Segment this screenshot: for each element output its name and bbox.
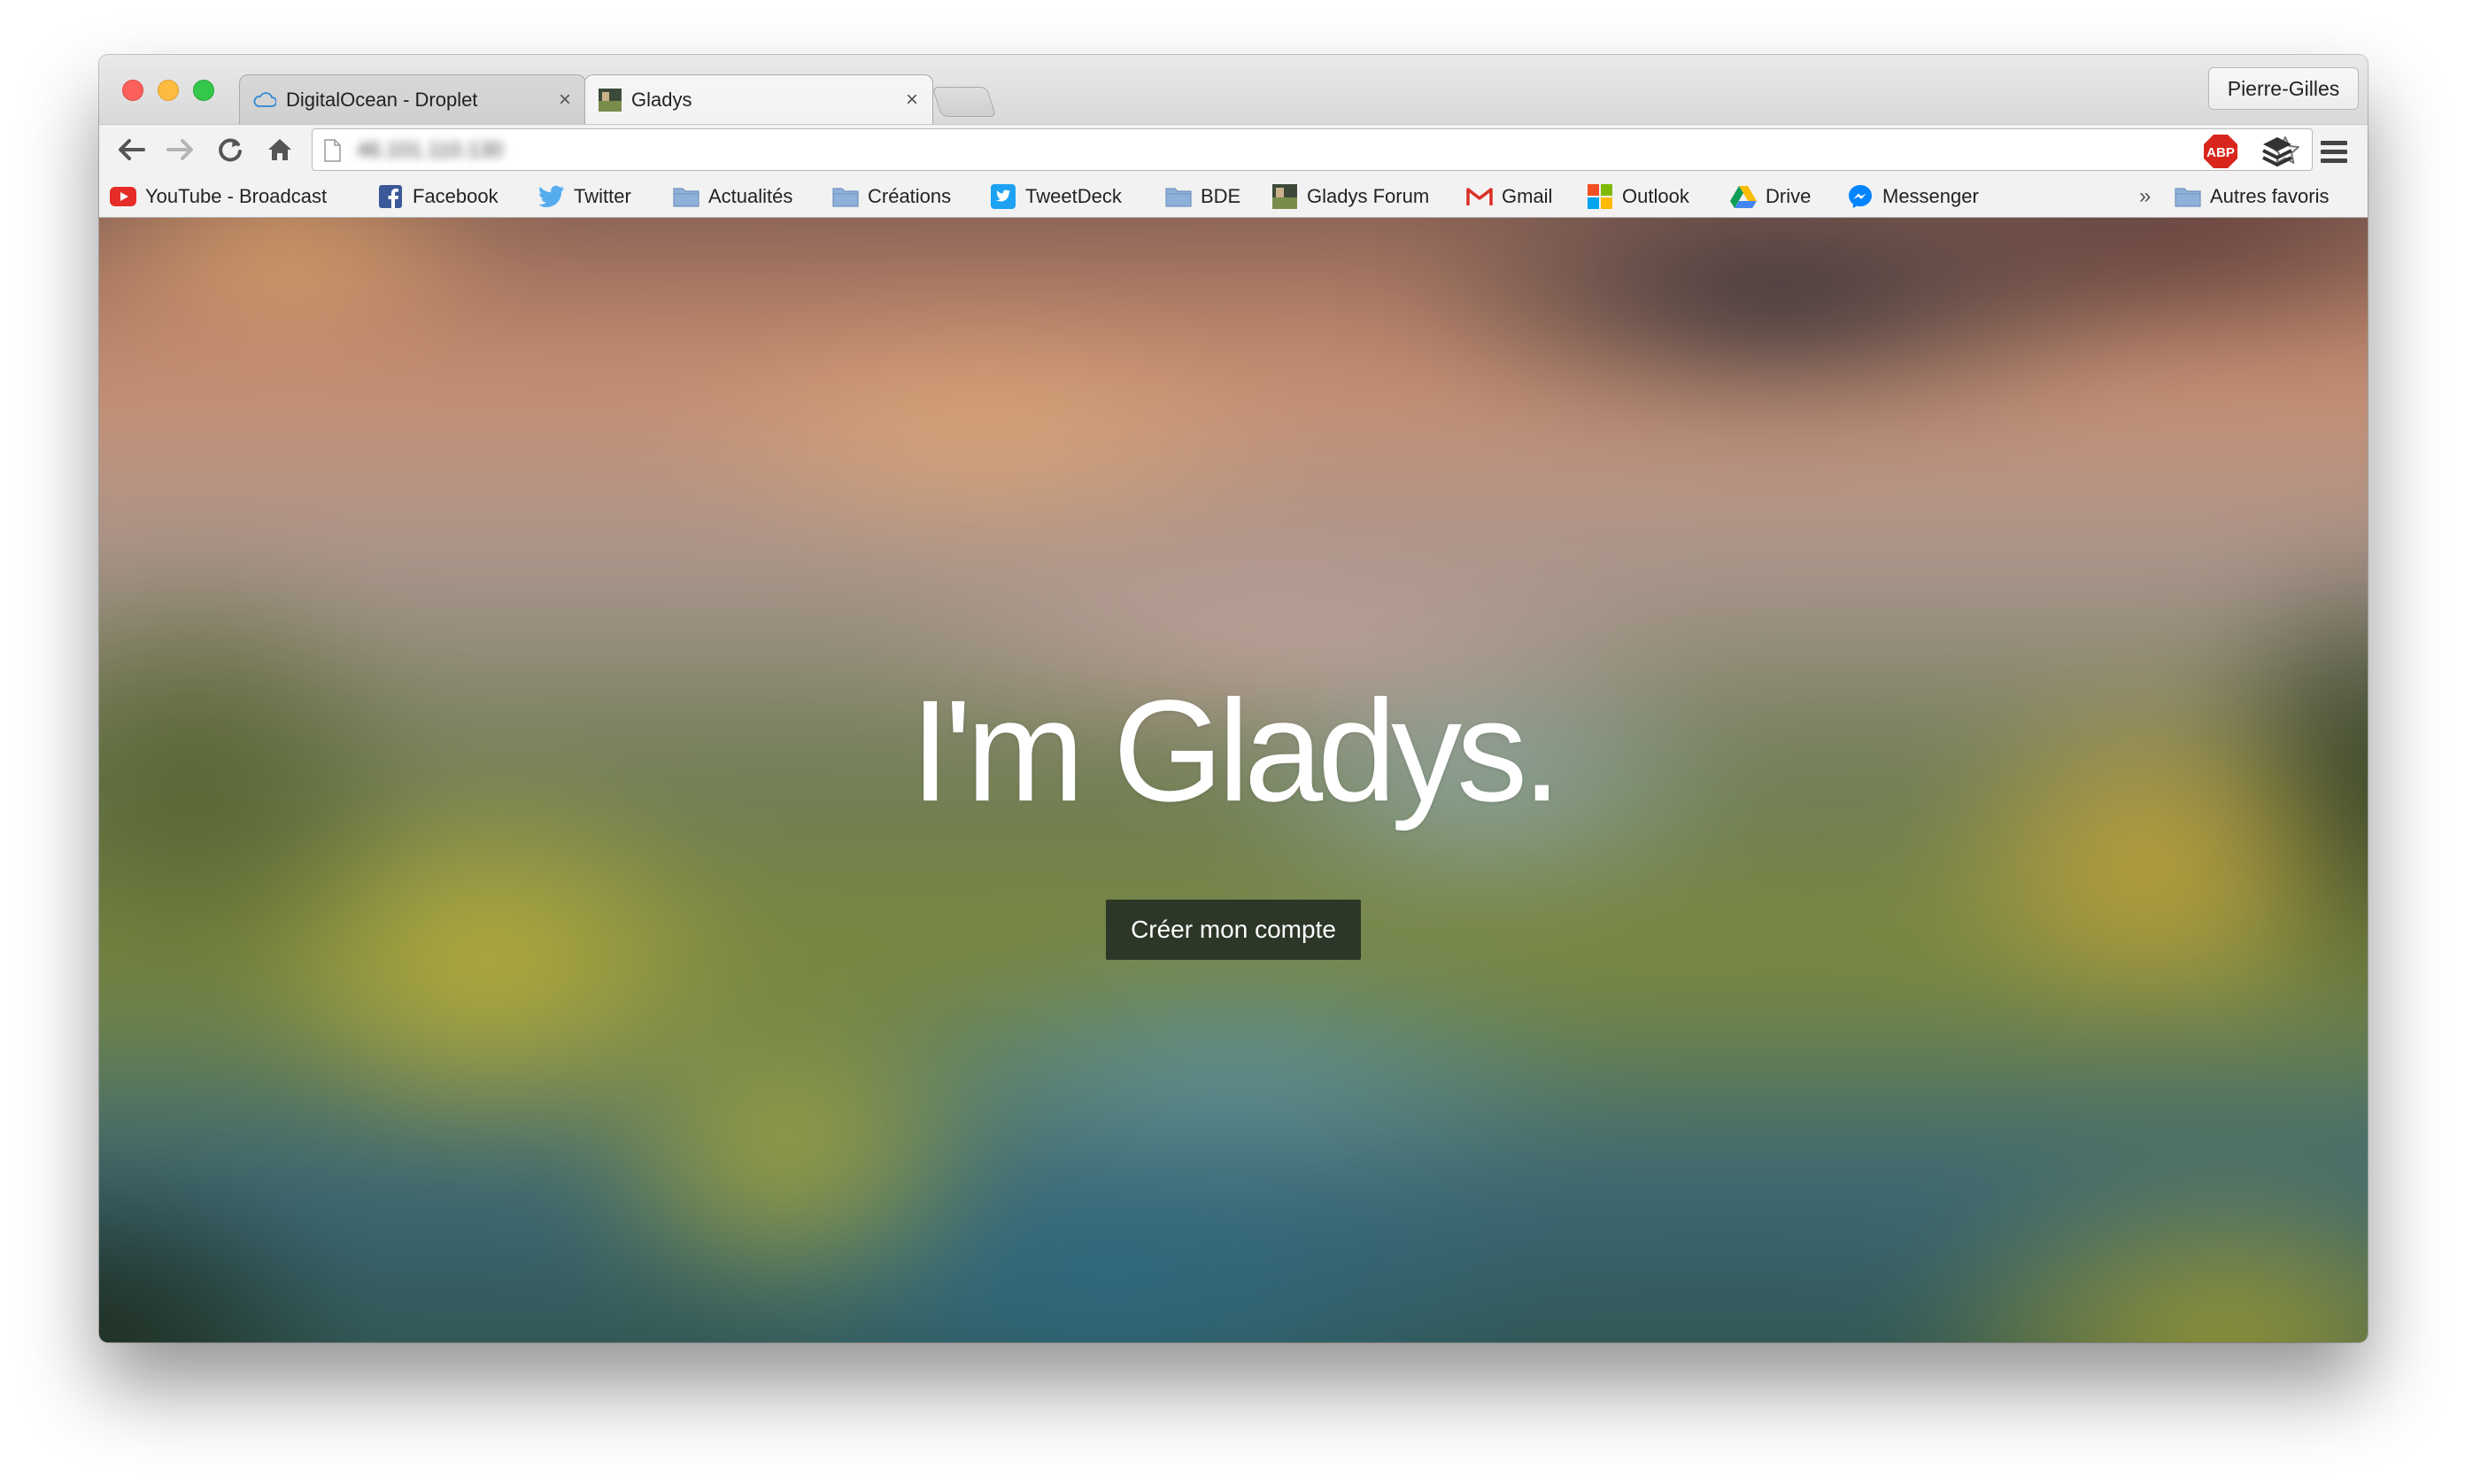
address-bar[interactable]: 46.101.110.130 xyxy=(312,128,2313,171)
bookmark-label: TweetDeck xyxy=(1025,185,1122,207)
twitter-bird-icon xyxy=(538,183,565,210)
bookmark-label: YouTube - Broadcast xyxy=(145,185,328,207)
url-text: 46.101.110.130 xyxy=(357,138,504,162)
bookmark-outlook[interactable]: Outlook xyxy=(1587,182,1689,211)
bookmark-label: Gladys Forum xyxy=(1307,185,1430,207)
bookmark-drive[interactable]: Drive xyxy=(1730,182,1811,211)
bookmark-label: BDE xyxy=(1201,185,1241,207)
zoom-window-button[interactable] xyxy=(193,80,214,101)
forward-button[interactable] xyxy=(163,132,198,167)
bookmark-other-folder[interactable]: Autres favoris xyxy=(2175,182,2330,211)
tab-strip: DigitalOcean - Droplet × Gladys × Pierre… xyxy=(99,55,2368,124)
new-tab-button[interactable] xyxy=(931,87,997,117)
gladys-favicon-icon xyxy=(598,88,622,112)
bookmarks-overflow-chevron[interactable]: » xyxy=(2139,182,2151,211)
adblock-plus-icon: ABP xyxy=(2204,135,2237,168)
layers-icon xyxy=(2262,137,2292,167)
bookmark-label: Gmail xyxy=(1502,185,1553,207)
bookmark-facebook[interactable]: Facebook xyxy=(377,182,498,211)
adblock-plus-button[interactable]: ABP xyxy=(2201,132,2240,171)
bookmark-messenger[interactable]: Messenger xyxy=(1847,182,1979,211)
folder-icon xyxy=(832,183,859,210)
close-window-button[interactable] xyxy=(122,80,143,101)
youtube-icon xyxy=(110,183,136,210)
tweetdeck-icon xyxy=(990,183,1016,210)
bookmark-folder-creations[interactable]: Créations xyxy=(832,182,951,211)
toolbar: 46.101.110.130 ABP xyxy=(99,124,2368,174)
drive-icon xyxy=(1730,183,1757,210)
tab-label: DigitalOcean - Droplet xyxy=(286,89,478,111)
home-button[interactable] xyxy=(262,132,298,167)
tab-label: Gladys xyxy=(631,89,692,111)
outlook-icon xyxy=(1587,183,1613,210)
adblock-label: ABP xyxy=(2206,145,2235,160)
page-icon xyxy=(323,139,341,166)
minimize-window-button[interactable] xyxy=(158,80,179,101)
bookmark-twitter[interactable]: Twitter xyxy=(538,182,631,211)
bookmark-label: Drive xyxy=(1766,185,1812,207)
reload-button[interactable] xyxy=(212,132,248,167)
create-account-button[interactable]: Créer mon compte xyxy=(1106,900,1361,960)
bookmark-gladys-forum[interactable]: Gladys Forum xyxy=(1271,182,1429,211)
forward-arrow-icon xyxy=(166,139,193,160)
page-content: I'm Gladys. Créer mon compte xyxy=(99,218,2368,1342)
bookmark-label: Actualités xyxy=(708,185,793,207)
tab-gladys[interactable]: Gladys × xyxy=(584,74,933,124)
gmail-icon xyxy=(1466,183,1493,210)
bookmark-youtube[interactable]: YouTube - Broadcast xyxy=(110,182,327,211)
bookmark-label: Facebook xyxy=(413,185,498,207)
chrome-menu-button[interactable] xyxy=(2314,132,2353,171)
facebook-icon xyxy=(377,183,404,210)
gladys-favicon-icon xyxy=(1271,183,1298,210)
tab-digitalocean[interactable]: DigitalOcean - Droplet × xyxy=(239,74,586,124)
folder-icon xyxy=(2175,183,2201,210)
tab-close-icon[interactable]: × xyxy=(906,88,918,112)
buffer-extension-button[interactable] xyxy=(2258,132,2297,171)
bookmark-label: Créations xyxy=(868,185,952,207)
hero-headline: I'm Gladys. xyxy=(910,669,1561,831)
profile-button[interactable]: Pierre-Gilles xyxy=(2208,67,2359,110)
bookmark-label: Twitter xyxy=(574,185,631,207)
digitalocean-cloud-icon xyxy=(252,88,277,112)
folder-icon xyxy=(1165,183,1192,210)
back-button[interactable] xyxy=(113,132,149,167)
bookmarks-bar: YouTube - Broadcast Facebook Twitter Act… xyxy=(99,174,2368,218)
bookmark-folder-bde[interactable]: BDE xyxy=(1165,182,1240,211)
back-arrow-icon xyxy=(119,139,145,160)
bookmark-label: Outlook xyxy=(1622,185,1689,207)
home-icon xyxy=(268,139,291,160)
folder-icon xyxy=(673,183,699,210)
bookmark-tweetdeck[interactable]: TweetDeck xyxy=(990,182,1122,211)
hamburger-menu-icon xyxy=(2321,141,2347,163)
bookmark-gmail[interactable]: Gmail xyxy=(1466,182,1552,211)
reload-icon xyxy=(219,138,242,162)
bookmark-folder-actualites[interactable]: Actualités xyxy=(673,182,792,211)
bookmark-label: Messenger xyxy=(1882,185,1979,207)
tab-close-icon[interactable]: × xyxy=(559,88,571,112)
browser-window: DigitalOcean - Droplet × Gladys × Pierre… xyxy=(99,55,2368,1342)
messenger-icon xyxy=(1847,183,1874,210)
bookmark-label: Autres favoris xyxy=(2210,185,2330,207)
